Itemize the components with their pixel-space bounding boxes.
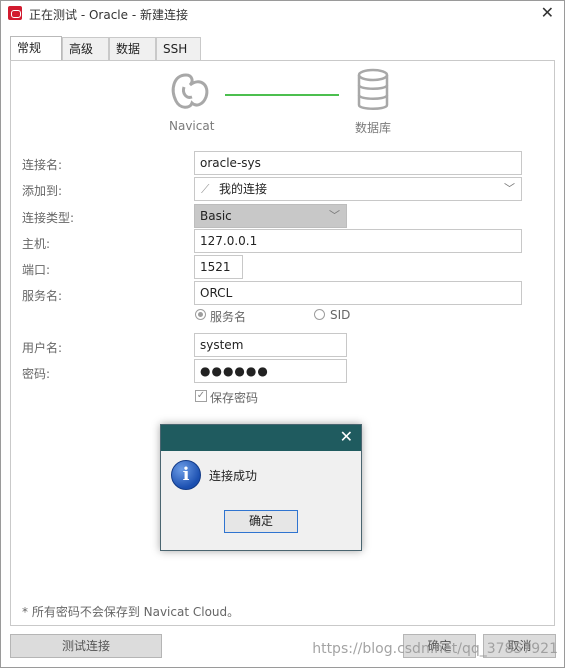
oracle-app-icon [8,6,22,20]
dialog-ok-button[interactable]: 确定 [224,510,298,533]
navicat-label: Navicat [169,119,215,133]
tab-general[interactable]: 常规 [10,36,62,61]
new-connection-window: 正在测试 - Oracle - 新建连接 ✕ 常规 高级 数据库 SSH Nav… [0,0,565,668]
window-title: 正在测试 - Oracle - 新建连接 [29,8,188,22]
cloud-note: * 所有密码不会保存到 Navicat Cloud。 [22,605,240,619]
conn-name-label: 连接名: [22,158,63,172]
navicat-logo-icon [171,73,209,109]
port-input[interactable]: 1521 [194,255,243,279]
radio-service-name-label: 服务名 [210,310,247,324]
save-password-checkbox[interactable]: ✓ [195,390,207,402]
username-label: 用户名: [22,341,63,355]
success-dialog: ✕ i 连接成功 确定 [160,424,362,551]
chevron-down-icon: ﹀ [504,182,515,195]
title-bar: 正在测试 - Oracle - 新建连接 ✕ [1,1,564,27]
username-input[interactable]: system [194,333,347,357]
password-input[interactable]: ●●●●●● [194,359,347,383]
add-to-value: 我的连接 [219,182,268,196]
conn-type-label: 连接类型: [22,211,75,225]
radio-sid-label: SID [330,308,351,322]
password-label: 密码: [22,367,51,381]
port-label: 端口: [22,263,51,277]
conn-name-input[interactable]: oracle-sys [194,151,522,175]
database-icon [357,68,389,110]
radio-sid[interactable] [314,309,325,320]
close-icon[interactable]: ✕ [541,3,554,22]
watermark-text: https://blog.csdn.net/qq_37857921 [312,641,558,657]
host-label: 主机: [22,237,51,251]
close-icon[interactable]: ✕ [340,427,353,446]
info-icon: i [171,460,201,490]
host-input[interactable]: 127.0.0.1 [194,229,522,253]
conn-type-select[interactable]: Basic ﹀ [194,204,347,228]
add-to-select[interactable]: ⟋ 我的连接 ﹀ [194,177,522,201]
radio-service-name[interactable] [195,309,206,320]
test-connection-button[interactable]: 测试连接 [10,634,162,658]
tab-database[interactable]: 数据库 [109,37,156,78]
service-name-input[interactable]: ORCL [194,281,522,305]
dialog-title-bar: ✕ [161,425,361,451]
connection-group-icon: ⟋ [201,182,210,196]
conn-type-value: Basic [200,209,232,223]
chevron-down-icon: ﹀ [329,209,340,222]
dialog-message: 连接成功 [209,469,258,483]
save-password-label: 保存密码 [210,391,259,405]
tab-ssh[interactable]: SSH [156,37,201,60]
connection-line [225,94,339,96]
service-name-label: 服务名: [22,289,63,303]
tab-advanced[interactable]: 高级 [62,37,109,60]
database-label: 数据库 [355,121,392,135]
add-to-label: 添加到: [22,184,63,198]
